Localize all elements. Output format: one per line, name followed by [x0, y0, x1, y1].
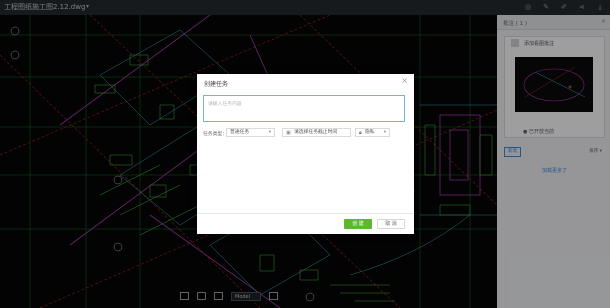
deadline-picker[interactable]: ▣ 请选择任务截止时间 [282, 128, 351, 137]
deadline-placeholder: 请选择任务截止时间 [294, 130, 338, 135]
privacy-select[interactable]: 🔒︎ 隐私 ▾ [355, 128, 390, 137]
create-button[interactable]: 创 建 [344, 219, 372, 229]
task-content-input[interactable]: 请输入任务内容 [203, 95, 405, 122]
task-options-row: 任务类型： 普通任务 ▾ ▣ 请选择任务截止时间 🔒︎ 隐私 ▾ [203, 128, 408, 138]
create-task-dialog: 创建任务 × 请输入任务内容 任务类型： 普通任务 ▾ ▣ 请选择任务截止时间 … [197, 74, 414, 234]
privacy-value: 隐私 [365, 130, 375, 135]
calendar-icon: ▣ [286, 130, 291, 136]
footer-divider [197, 213, 414, 214]
task-type-label: 任务类型： [203, 132, 227, 137]
chevron-down-icon: ▾ [383, 130, 386, 135]
close-icon[interactable]: × [401, 77, 408, 85]
task-type-value: 普通任务 [230, 130, 250, 135]
task-content-placeholder: 请输入任务内容 [208, 102, 242, 107]
task-type-select[interactable]: 普通任务 ▾ [226, 128, 275, 137]
chevron-down-icon: ▾ [268, 130, 271, 135]
cancel-button[interactable]: 取 消 [377, 219, 405, 229]
lock-icon: 🔒︎ [359, 130, 362, 136]
dialog-title: 创建任务 [204, 81, 229, 88]
